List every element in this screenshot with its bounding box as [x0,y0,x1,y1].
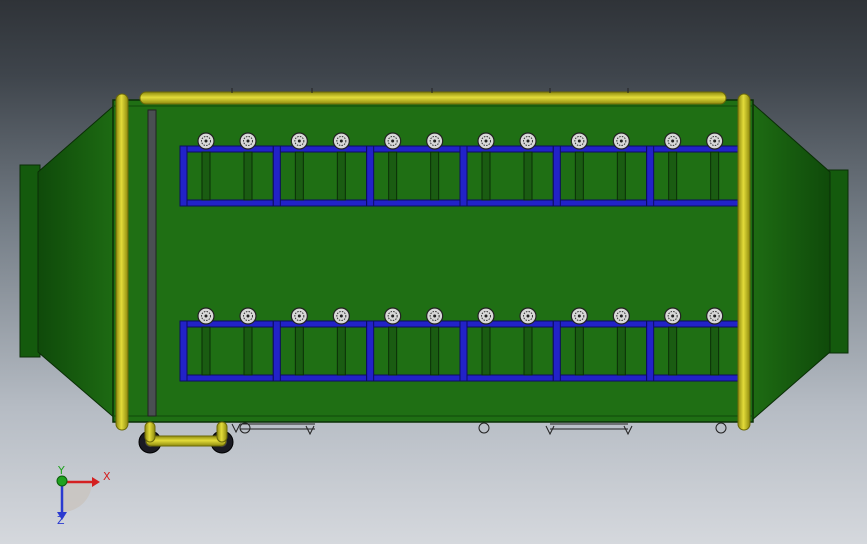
nozzle-stem [523,326,533,376]
coordinate-triad: X Y Z [56,464,111,527]
frame-post [179,145,188,207]
nozzle-stem [430,151,440,201]
top-header-pipe [139,91,727,105]
nozzle-stem [336,326,346,376]
nozzle-stem [388,151,398,201]
nozzle-stem [388,326,398,376]
equipment-top-view: X Y Z [19,88,849,527]
frame-post [646,145,655,207]
nozzle-stem [574,326,584,376]
outlet-collar [827,169,849,354]
outlet-cone [751,101,831,422]
inlet-cone [37,101,118,422]
frame-post [366,320,375,382]
frame-post [272,320,281,382]
nozzle-stem [710,151,720,201]
nozzle-stem [523,151,533,201]
axis-x-label: X [103,470,111,483]
cad-viewport[interactable]: X Y Z [0,0,867,544]
frame-post [272,145,281,207]
frame-post [459,145,468,207]
access-door-strip [147,109,157,417]
axis-z-label: Z [57,514,65,527]
nozzle-stem [481,326,491,376]
nozzle-stem [668,151,678,201]
frame-post [179,320,188,382]
frame-post [552,320,561,382]
nozzle-stem [481,151,491,201]
nozzle-stem [430,326,440,376]
nozzle-stem [243,326,253,376]
nozzle-stem [201,326,211,376]
frame-post [366,145,375,207]
nozzle-stem [668,326,678,376]
left-riser-pipe [115,93,129,431]
nozzle-stem [616,326,626,376]
frame-post [459,320,468,382]
frame-post [552,145,561,207]
inlet-collar [19,164,41,358]
drain-pipe [145,435,227,447]
axis-y-label: Y [57,464,65,477]
nozzle-stem [294,151,304,201]
nozzle-stem [574,151,584,201]
nozzle-stem [294,326,304,376]
right-riser-pipe [737,93,751,431]
nozzle-stem [201,151,211,201]
bottom-fittings [231,422,727,436]
nozzle-stem [616,151,626,201]
nozzle-stem [336,151,346,201]
nozzle-stem [710,326,720,376]
frame-post [646,320,655,382]
nozzle-stem [243,151,253,201]
